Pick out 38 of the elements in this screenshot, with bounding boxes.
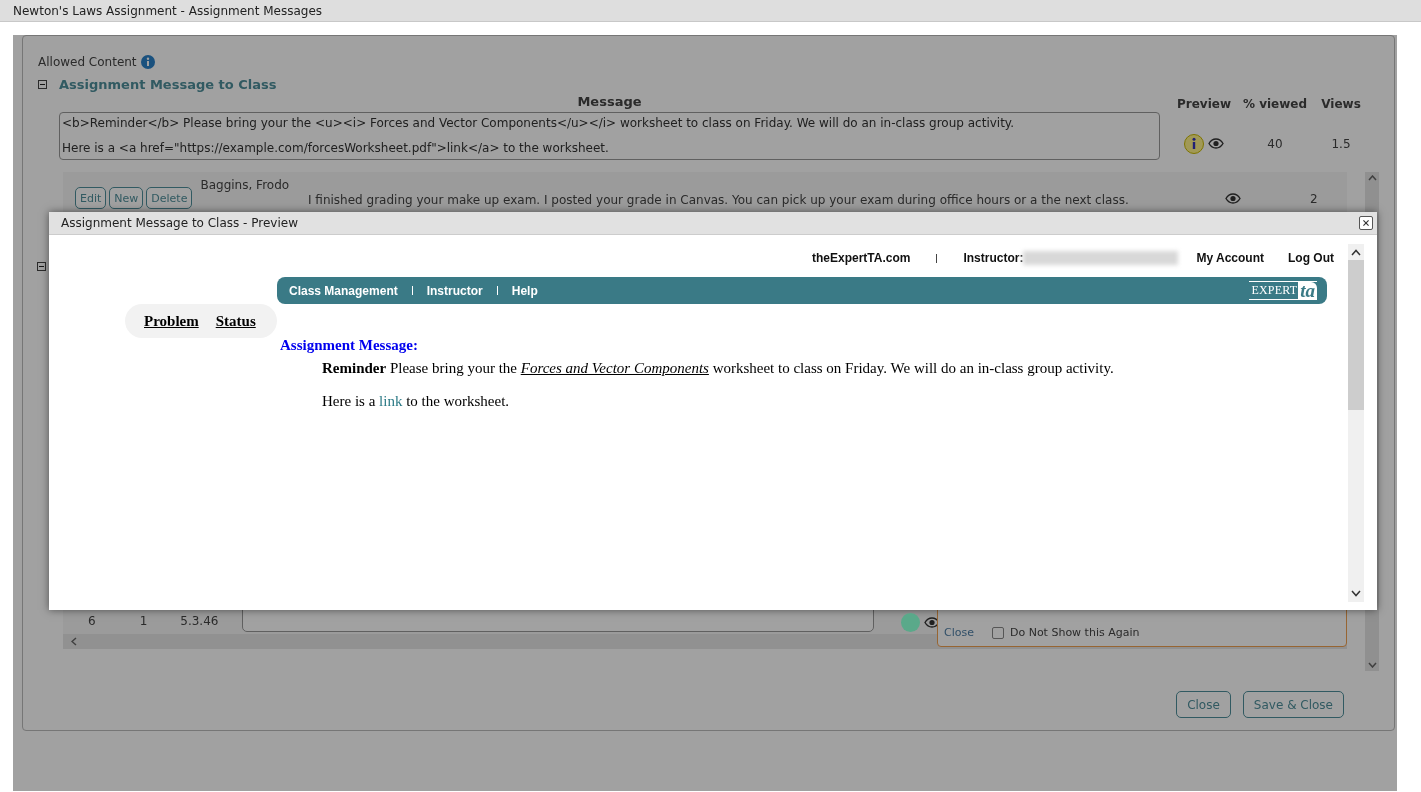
site-link[interactable]: theExpertTA.com (812, 251, 911, 265)
row-button[interactable]: Edit (75, 187, 107, 209)
checkbox-label: Do Not Show this Again (1009, 626, 1140, 639)
message-paragraph: Here is a link to the worksheet. (322, 393, 511, 410)
logo: EXPERT ta (1249, 281, 1317, 300)
views-count: 1.5 (1330, 136, 1352, 151)
column-header: % viewed (1241, 97, 1309, 112)
section-title: Assignment Message to Class (59, 76, 277, 92)
nav-link[interactable]: Class Management (289, 283, 398, 298)
dialog-title: Assignment Message to Class - Preview (61, 216, 298, 230)
footer-button[interactable]: Save & Close (1242, 691, 1344, 718)
logout-link[interactable]: Log Out (1288, 251, 1334, 265)
message-textarea[interactable]: <b>Reminder</b> Please bring your the <u><i> Forces and Vector Components</u></i> worksheet to class on Friday. We will do an in-class group activity. Here is a <a href="https://example.com/forcesWorksheet.pdf">link</a> to the worksheet. (59, 112, 1160, 160)
account-link[interactable]: My Account (1196, 251, 1264, 265)
instructor-label: Instructor: (963, 251, 1024, 265)
percent-viewed: 40 (1266, 136, 1284, 151)
table-cell-text: 5.3.46 (180, 613, 219, 628)
message-text: I finished grading your make up exam. I posted your grade in Canvas. You can pick up your exam during office hours or a the next class. (308, 193, 1129, 207)
column-header: Views (1320, 97, 1362, 112)
views-count: 2 (1310, 192, 1318, 206)
worksheet-link[interactable]: link (379, 393, 403, 409)
close-link[interactable]: Close (944, 626, 974, 639)
row-button[interactable]: New (109, 187, 144, 209)
student-name: Baggins, Frodo (200, 178, 290, 194)
tab-link[interactable]: Status (215, 312, 256, 330)
message-heading: Assignment Message: (280, 337, 419, 354)
table-cell-text: 1 (139, 613, 148, 628)
column-header: Preview (1176, 97, 1232, 112)
allowed-content-label: Allowed Content (38, 55, 137, 69)
nav-link[interactable]: Instructor (426, 283, 483, 298)
nav-link[interactable]: Help (511, 283, 538, 298)
window-title: Newton's Laws Assignment - Assignment Messages (12, 3, 323, 20)
message-paragraph: Reminder Please bring your the Forces and Vector Components worksheet to class on Friday. We will do an in-class group activity. (322, 360, 1115, 377)
footer-button[interactable]: Close (1176, 691, 1231, 718)
table-cell-text: 6 (88, 613, 96, 628)
row-button[interactable]: Delete (146, 187, 193, 209)
tab-link[interactable]: Problem (144, 312, 199, 330)
column-header: Message (576, 94, 643, 111)
